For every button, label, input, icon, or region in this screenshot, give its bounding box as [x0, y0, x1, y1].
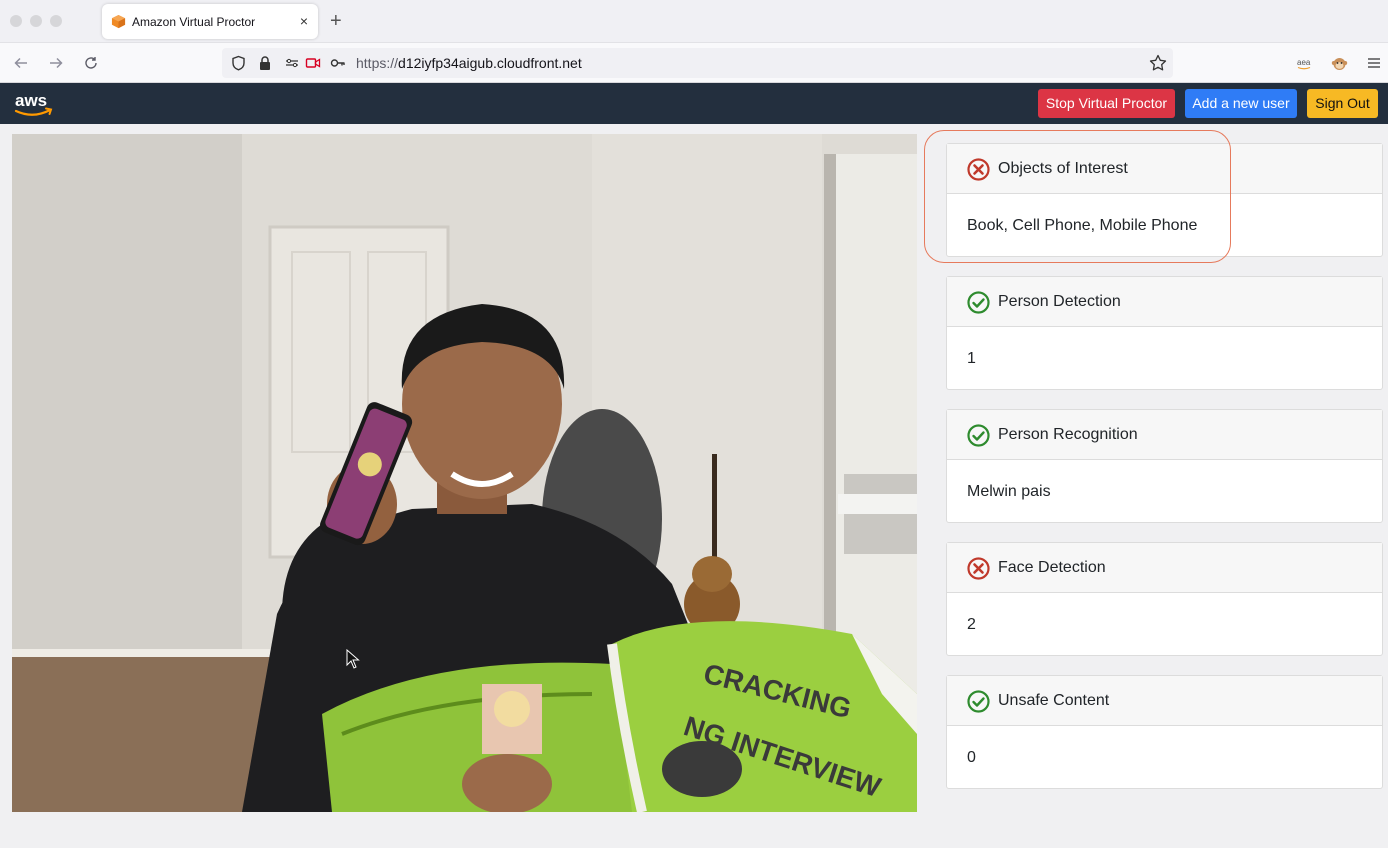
card-body: Melwin pais [947, 460, 1382, 522]
maximize-window-icon[interactable] [50, 15, 62, 27]
sign-out-button[interactable]: Sign Out [1307, 89, 1378, 118]
app-header: aws Stop Virtual Proctor Add a new user … [0, 83, 1388, 124]
card-header: Unsafe Content [947, 676, 1382, 726]
card-body: 2 [947, 593, 1382, 655]
url-text[interactable]: https://d12iyfp34aigub.cloudfront.net [356, 55, 582, 71]
forward-icon[interactable] [46, 53, 66, 73]
permissions-icon[interactable] [284, 55, 300, 71]
tab-close-icon[interactable]: × [300, 12, 308, 30]
card-value: 0 [967, 749, 976, 766]
check-circle-icon [967, 424, 990, 447]
browser-nav-bar: https://d12iyfp34aigub.cloudfront.net ae… [0, 43, 1388, 83]
reload-icon[interactable] [81, 53, 101, 73]
card-body: 0 [947, 726, 1382, 788]
aws-cube-icon [111, 14, 126, 29]
bookmark-star-icon[interactable] [1149, 54, 1167, 72]
mouse-cursor-icon [346, 649, 360, 669]
back-icon[interactable] [11, 53, 31, 73]
card-header: Person Recognition [947, 410, 1382, 460]
aws-logo[interactable]: aws [14, 89, 54, 119]
main-content: CRACKING NG INTERVIEW Objects of Interes… [0, 124, 1388, 848]
card-title: Person Detection [998, 293, 1121, 310]
card-header: Objects of Interest [947, 144, 1382, 194]
monkey-extension-icon[interactable] [1331, 55, 1348, 71]
menu-icon[interactable] [1367, 55, 1381, 71]
card-title: Face Detection [998, 559, 1106, 576]
x-circle-icon [967, 557, 990, 580]
minimize-window-icon[interactable] [30, 15, 42, 27]
amazon-assistant-extension-icon[interactable]: aea [1296, 55, 1313, 71]
add-new-user-button[interactable]: Add a new user [1185, 89, 1297, 118]
new-tab-button[interactable]: + [330, 11, 342, 31]
card-title: Person Recognition [998, 426, 1138, 443]
check-circle-icon [967, 291, 990, 314]
key-icon[interactable] [330, 55, 346, 71]
extension-label: aea [1297, 58, 1311, 67]
card-body: Book, Cell Phone, Mobile Phone [947, 194, 1382, 256]
card-header: Person Detection [947, 277, 1382, 327]
check-circle-icon [967, 690, 990, 713]
browser-tab-bar: Amazon Virtual Proctor × + [0, 0, 1388, 43]
close-window-icon[interactable] [10, 15, 22, 27]
check-card-unsafe-content: Unsafe Content 0 [946, 675, 1383, 789]
card-value: 1 [967, 350, 976, 367]
camera-sharing-icon[interactable] [305, 55, 321, 71]
webcam-video-feed: CRACKING NG INTERVIEW [12, 134, 917, 812]
check-card-person-recognition: Person Recognition Melwin pais [946, 409, 1383, 523]
shield-icon[interactable] [230, 55, 246, 71]
card-title: Unsafe Content [998, 692, 1110, 709]
card-value: 2 [967, 616, 976, 633]
check-card-face-detection: Face Detection 2 [946, 542, 1383, 656]
url-host: d12iyfp34aigub.cloudfront.net [398, 55, 582, 71]
card-header: Face Detection [947, 543, 1382, 593]
aws-logo-text: aws [15, 91, 47, 110]
tab-title: Amazon Virtual Proctor [132, 15, 256, 29]
card-body: 1 [947, 327, 1382, 389]
stop-virtual-proctor-button[interactable]: Stop Virtual Proctor [1038, 89, 1175, 118]
card-value: Melwin pais [967, 483, 1051, 500]
address-bar[interactable]: https://d12iyfp34aigub.cloudfront.net [222, 48, 1173, 78]
card-value: Book, Cell Phone, Mobile Phone [967, 217, 1198, 234]
window-controls [10, 15, 62, 27]
lock-icon[interactable] [257, 55, 273, 71]
browser-tab[interactable]: Amazon Virtual Proctor × [102, 4, 318, 39]
check-card-person-detection: Person Detection 1 [946, 276, 1383, 390]
check-card-objects-of-interest: Objects of Interest Book, Cell Phone, Mo… [946, 143, 1383, 257]
url-scheme: https:// [356, 55, 399, 71]
card-title: Objects of Interest [998, 160, 1128, 177]
x-circle-icon [967, 158, 990, 181]
